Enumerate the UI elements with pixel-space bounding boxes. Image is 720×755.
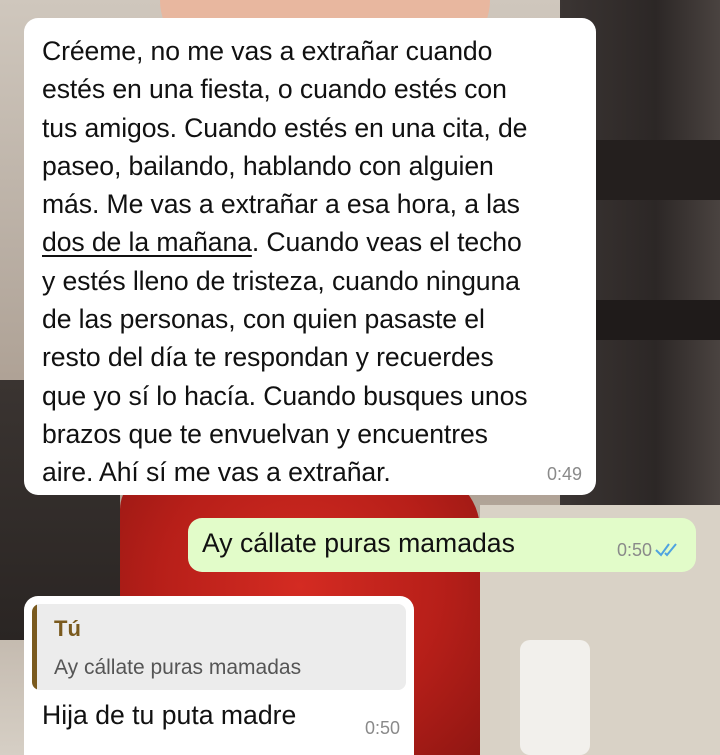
message-text: Créeme, no me vas a extrañar cuando esté…: [42, 36, 528, 488]
message-time: 0:49: [546, 464, 582, 484]
message-bubble-outgoing[interactable]: Ay cállate puras mamadas 0:50: [188, 518, 696, 572]
message-bubble-incoming[interactable]: Créeme, no me vas a extrañar cuando esté…: [24, 18, 596, 495]
message-bubble-incoming-reply[interactable]: Tú Ay cállate puras mamadas Hija de tu p…: [24, 596, 414, 755]
message-time: 0:50: [616, 540, 652, 560]
double-check-read-icon: [655, 543, 677, 557]
message-text: Hija de tu puta madre: [42, 700, 297, 730]
quote-accent-bar: [32, 604, 37, 690]
underlined-link-text[interactable]: dos de la mañana: [42, 227, 252, 257]
quoted-author: Tú: [54, 616, 81, 641]
quoted-message[interactable]: Tú Ay cállate puras mamadas: [32, 604, 406, 690]
quoted-text: Ay cállate puras mamadas: [54, 656, 302, 679]
message-time: 0:50: [364, 718, 400, 738]
message-text: Ay cállate puras mamadas: [202, 528, 515, 558]
